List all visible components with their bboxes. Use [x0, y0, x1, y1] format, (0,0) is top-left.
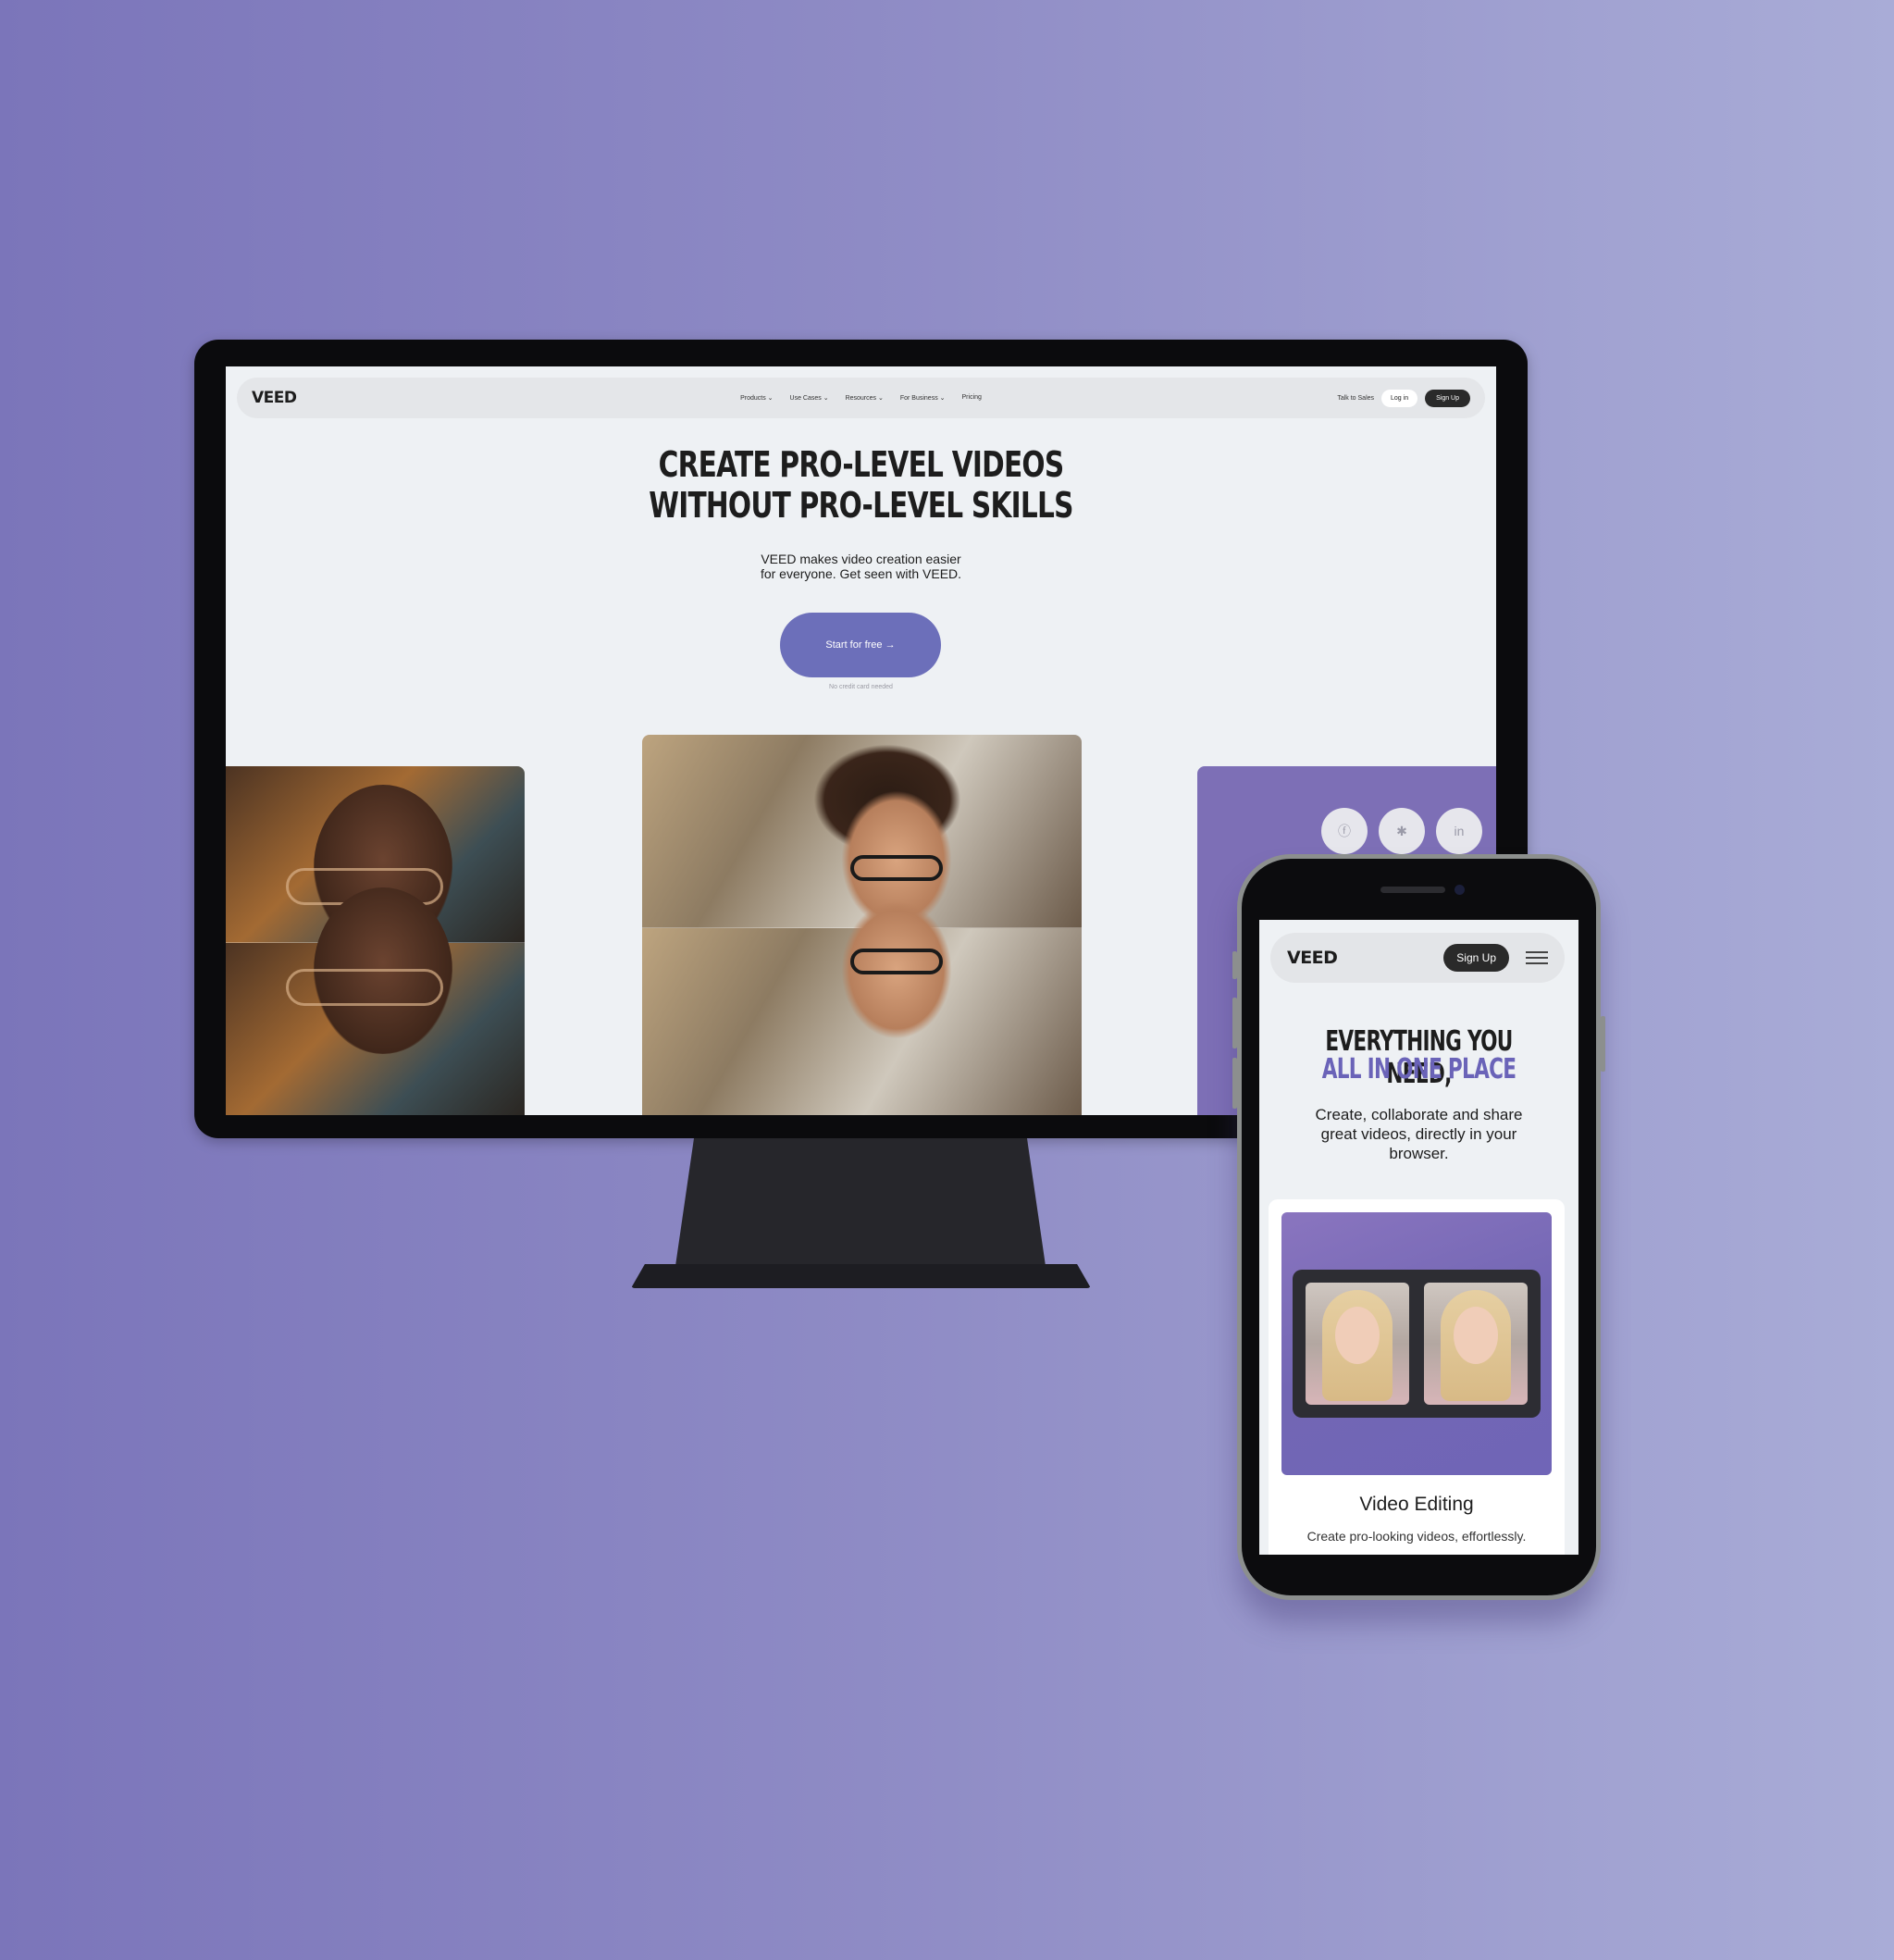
phone-speaker: [1380, 887, 1445, 893]
desktop-nav-actions: Talk to Sales Log in Sign Up: [1337, 389, 1470, 407]
video-tile-left: [226, 766, 525, 1115]
desktop-menu: Products ⌄ Use Cases ⌄ Resources ⌄ For B…: [740, 394, 982, 402]
facebook-icon[interactable]: ⓕ: [1321, 808, 1368, 854]
person-image: [1335, 1307, 1380, 1364]
hero-headline: CREATE PRO-LEVEL VIDEOS WITHOUT PRO-LEVE…: [365, 444, 1356, 526]
feature-card-title: Video Editing: [1359, 1494, 1474, 1515]
monitor-stand-base: [631, 1264, 1091, 1288]
menu-item-resources[interactable]: Resources ⌄: [846, 394, 884, 402]
glasses-shape: [286, 969, 443, 1006]
monitor-stand-neck: [675, 1138, 1046, 1266]
hero-headline-line-1: CREATE PRO-LEVEL VIDEOS: [658, 444, 1065, 485]
login-button[interactable]: Log in: [1381, 389, 1418, 407]
mobile-screen: VEED Sign Up EVERYTHING YOU NEED, ALL IN…: [1259, 920, 1578, 1555]
menu-item-use-cases[interactable]: Use Cases ⌄: [790, 394, 829, 402]
hero-subtitle-line-2: for everyone. Get seen with VEED.: [760, 566, 962, 581]
video-comparison-frame: [1293, 1270, 1541, 1418]
talk-to-sales-link[interactable]: Talk to Sales: [1337, 395, 1374, 402]
mobile-signup-button[interactable]: Sign Up: [1443, 944, 1509, 972]
glasses-shape: [850, 948, 943, 974]
video-frame: [226, 887, 525, 1115]
feature-card-visual: [1281, 1212, 1552, 1475]
video-frame: [642, 899, 1082, 1115]
hero-headline-line-2: WITHOUT PRO-LEVEL SKILLS: [649, 485, 1073, 526]
glasses-shape: [850, 855, 943, 881]
video-clip-before: [1306, 1283, 1409, 1405]
phone-side-button: [1232, 1058, 1237, 1109]
menu-item-products[interactable]: Products ⌄: [740, 394, 773, 402]
desktop-navbar: VEED Products ⌄ Use Cases ⌄ Resources ⌄ …: [237, 378, 1485, 418]
mobile-subtitle: Create, collaborate and share great vide…: [1315, 1106, 1523, 1162]
person-image: [1454, 1307, 1498, 1364]
veed-logo[interactable]: VEED: [252, 389, 297, 407]
start-for-free-button[interactable]: Start for free →: [780, 613, 941, 677]
slack-icon[interactable]: ✱: [1379, 808, 1425, 854]
phone-power-button: [1601, 1016, 1605, 1072]
linkedin-icon[interactable]: in: [1436, 808, 1482, 854]
social-icons-row: ⓕ ✱ in: [1321, 808, 1482, 854]
mobile-headline-line-2: ALL IN ONE PLACE: [1321, 1053, 1516, 1085]
feature-card-description: Create pro-looking videos, effortlessly.: [1306, 1529, 1527, 1544]
signup-button[interactable]: Sign Up: [1425, 389, 1470, 407]
video-clip-after: [1424, 1283, 1528, 1405]
veed-logo[interactable]: VEED: [1287, 948, 1338, 968]
no-credit-card-note: No credit card needed: [829, 684, 893, 690]
mobile-navbar: VEED Sign Up: [1270, 933, 1565, 983]
video-frame: [642, 735, 1082, 929]
phone-camera: [1455, 885, 1465, 895]
hero-subtitle-line-1: VEED makes video creation easier: [761, 552, 961, 566]
video-tile-center: [642, 735, 1082, 1115]
menu-item-pricing[interactable]: Pricing: [962, 394, 982, 402]
menu-icon[interactable]: [1526, 951, 1548, 964]
phone-side-button: [1232, 998, 1237, 1048]
mobile-phone: VEED Sign Up EVERYTHING YOU NEED, ALL IN…: [1232, 854, 1605, 1600]
feature-card[interactable]: Video Editing Create pro-looking videos,…: [1269, 1199, 1565, 1555]
hero-subtitle: VEED makes video creation easier for eve…: [226, 552, 1496, 581]
menu-item-for-business[interactable]: For Business ⌄: [900, 394, 946, 402]
phone-side-button: [1232, 951, 1237, 979]
